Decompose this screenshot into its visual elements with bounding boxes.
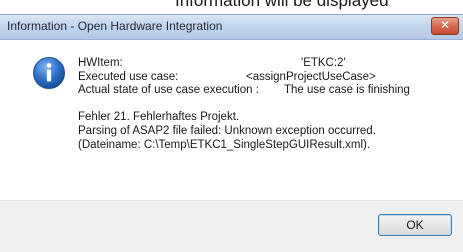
executed-use-case-value: <assignProjectUseCase> — [246, 71, 376, 83]
executed-use-case-label: Executed use case: — [78, 71, 179, 83]
dialog-content: HWItem: 'ETKC:2' Executed use case: <ass… — [0, 40, 463, 200]
error-line-2: Parsing of ASAP2 file failed: Unknown ex… — [78, 125, 376, 137]
background-text: Information will be displayed — [175, 0, 389, 10]
dialog-title: Information - Open Hardware Integration — [7, 19, 223, 33]
information-dialog: Information - Open Hardware Integration … — [0, 14, 463, 252]
error-line-1: Fehler 21. Fehlerhaftes Projekt. — [78, 111, 240, 123]
background-text-strip: Information will be displayed — [0, 0, 463, 14]
hwitem-value: 'ETKC:2' — [301, 57, 346, 69]
actual-state-value: The use case is finishing — [284, 84, 410, 96]
info-icon — [33, 57, 65, 89]
dialog-titlebar[interactable]: Information - Open Hardware Integration … — [0, 14, 463, 40]
hwitem-label: HWItem: — [78, 57, 123, 69]
dialog-footer: OK — [0, 200, 463, 252]
close-button[interactable]: ✕ — [431, 17, 459, 35]
ok-button[interactable]: OK — [378, 214, 452, 236]
error-line-3: (Dateiname: C:\Temp\ETKC1_SingleStepGUIR… — [78, 139, 371, 151]
close-icon: ✕ — [439, 18, 451, 32]
actual-state-label: Actual state of use case execution : — [78, 84, 259, 96]
